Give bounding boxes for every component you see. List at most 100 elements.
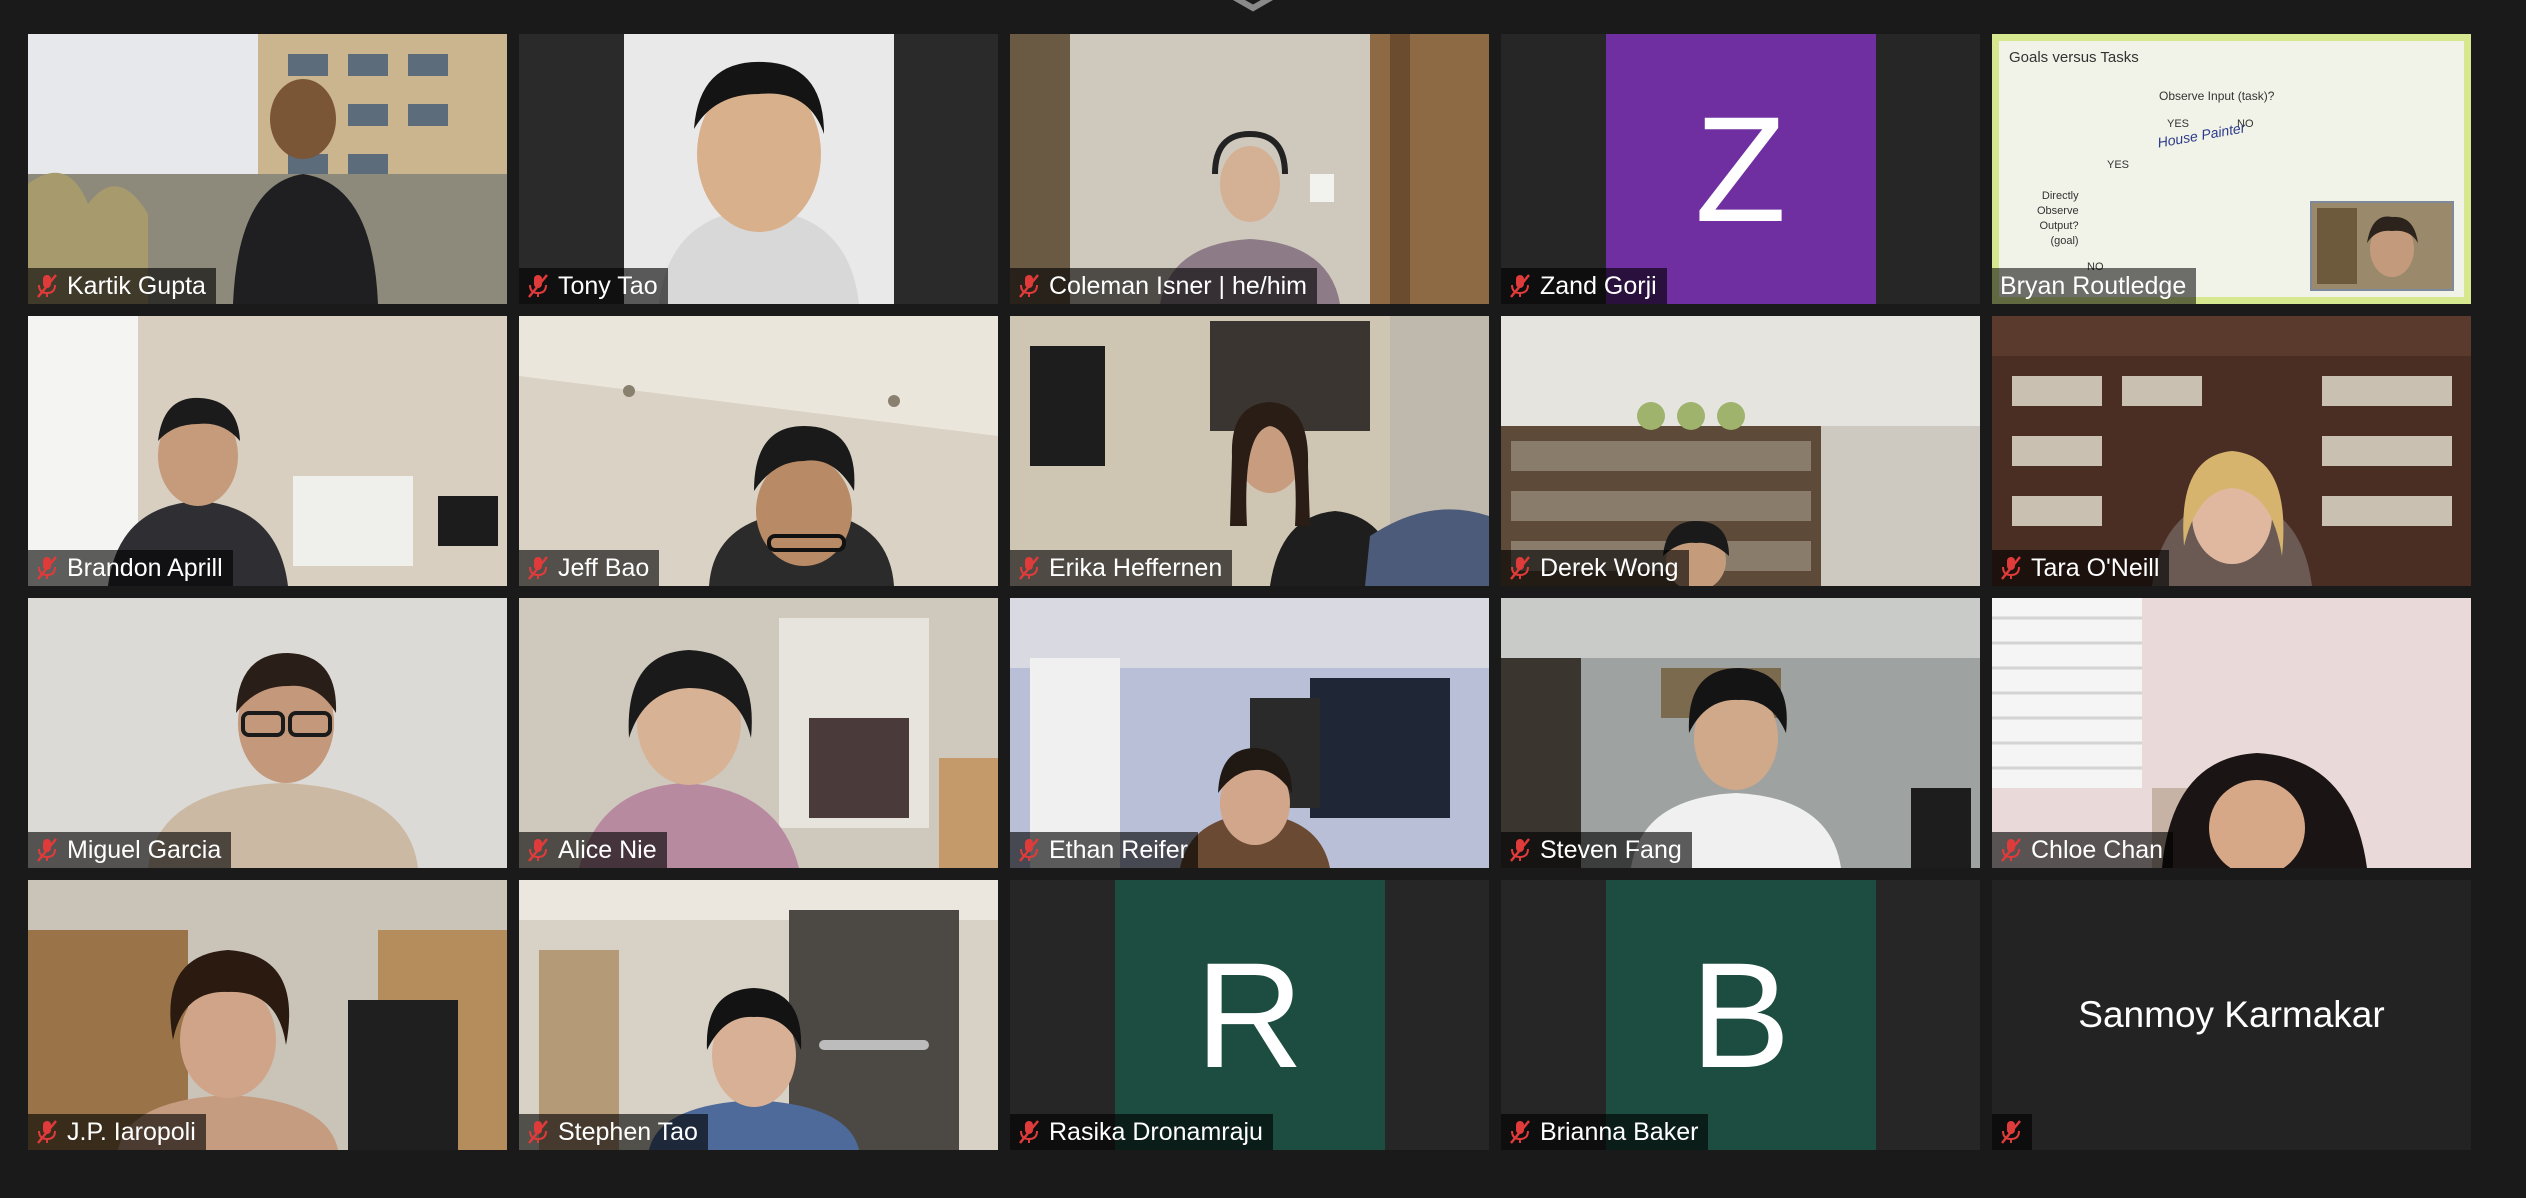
participant-video — [519, 316, 998, 586]
participant-name: Sanmoy Karmakar — [2078, 994, 2385, 1035]
participant-name: Steven Fang — [1540, 836, 1682, 864]
participant-tile-chloe-chan[interactable]: Chloe Chan — [1992, 598, 2471, 868]
name-tag: Rasika Dronamraju — [1010, 1114, 1273, 1150]
microphone-muted-icon — [1019, 274, 1039, 298]
participant-video — [1992, 316, 2471, 586]
participant-video — [28, 880, 507, 1150]
gallery-view: Kartik Gupta Tony Tao Coleman Isner | he… — [28, 34, 2471, 1150]
name-tag: Miguel Garcia — [28, 832, 232, 868]
participant-name: Tara O'Neill — [2031, 554, 2160, 582]
slide-label-line: Output? — [2039, 220, 2079, 232]
slide-question: Observe Input (task)? — [2159, 89, 2275, 103]
microphone-muted-icon — [528, 1120, 548, 1144]
participant-tile-derek-wong[interactable]: Derek Wong — [1501, 316, 1980, 586]
participant-tile-zand-gorji[interactable]: Z Zand Gorji — [1501, 34, 1980, 304]
name-tag — [1992, 1114, 2032, 1150]
microphone-muted-icon — [37, 838, 57, 862]
name-tag: Tony Tao — [519, 268, 668, 304]
participant-name: Zand Gorji — [1540, 272, 1657, 300]
name-tag: Kartik Gupta — [28, 268, 216, 304]
microphone-muted-icon — [528, 274, 548, 298]
name-tag: Stephen Tao — [519, 1114, 708, 1150]
participant-name: Tony Tao — [558, 272, 658, 300]
participant-tile-kartik-gupta[interactable]: Kartik Gupta — [28, 34, 507, 304]
microphone-muted-icon — [37, 274, 57, 298]
participant-name: J.P. Iaropoli — [67, 1118, 196, 1146]
participant-name: Rasika Dronamraju — [1049, 1118, 1263, 1146]
name-tag: Derek Wong — [1501, 550, 1689, 586]
participant-name: Alice Nie — [558, 836, 657, 864]
participant-video — [519, 880, 998, 1150]
shared-slide: Goals versus Tasks Observe Input (task)?… — [1999, 41, 2464, 297]
microphone-muted-icon — [1510, 556, 1530, 580]
microphone-muted-icon — [2001, 556, 2021, 580]
participant-tile-rasika-dronamraju[interactable]: R Rasika Dronamraju — [1010, 880, 1489, 1150]
slide-label-line: Observe — [2037, 205, 2079, 217]
participant-video — [519, 598, 998, 868]
participant-name: Kartik Gupta — [67, 272, 206, 300]
participant-tile-bryan-routledge[interactable]: Goals versus Tasks Observe Input (task)?… — [1992, 34, 2471, 304]
participant-name: Jeff Bao — [558, 554, 650, 582]
participant-video — [1501, 598, 1980, 868]
microphone-muted-icon — [1019, 556, 1039, 580]
name-tag: Alice Nie — [519, 832, 667, 868]
participant-tile-stephen-tao[interactable]: Stephen Tao — [519, 880, 998, 1150]
participant-video — [28, 34, 507, 304]
participant-video — [1501, 316, 1980, 586]
avatar: Z — [1605, 34, 1876, 304]
name-tag: Ethan Reifer — [1010, 832, 1198, 868]
participant-tile-miguel-garcia[interactable]: Miguel Garcia — [28, 598, 507, 868]
microphone-muted-icon — [37, 556, 57, 580]
microphone-muted-icon — [1019, 838, 1039, 862]
microphone-muted-icon — [1510, 1120, 1530, 1144]
hide-toolbar-chevron-icon[interactable] — [1218, 0, 1288, 14]
name-tag: Tara O'Neill — [1992, 550, 2170, 586]
participant-name: Miguel Garcia — [67, 836, 222, 864]
name-tag: Chloe Chan — [1992, 832, 2174, 868]
microphone-muted-icon — [528, 838, 548, 862]
participant-tile-jp-iaropoli[interactable]: J.P. Iaropoli — [28, 880, 507, 1150]
microphone-muted-icon — [2001, 1120, 2021, 1144]
participant-name: Chloe Chan — [2031, 836, 2164, 864]
participant-name: Stephen Tao — [558, 1118, 698, 1146]
participant-tile-ethan-reifer[interactable]: Ethan Reifer — [1010, 598, 1489, 868]
slide-label: YES — [2167, 118, 2190, 130]
microphone-muted-icon — [1510, 838, 1530, 862]
name-tag: Erika Heffernen — [1010, 550, 1233, 586]
avatar-initial: B — [1690, 931, 1791, 1099]
participant-tile-brianna-baker[interactable]: B Brianna Baker — [1501, 880, 1980, 1150]
participant-tile-sanmoy-karmakar[interactable]: Sanmoy Karmakar — [1992, 880, 2471, 1150]
participant-video — [1992, 598, 2471, 868]
avatar-initial: R — [1195, 931, 1304, 1099]
name-tag: Brianna Baker — [1501, 1114, 1709, 1150]
participant-tile-coleman-isner[interactable]: Coleman Isner | he/him — [1010, 34, 1489, 304]
participant-tile-tara-oneill[interactable]: Tara O'Neill — [1992, 316, 2471, 586]
participant-video — [519, 34, 998, 304]
participant-name: Brandon Aprill — [67, 554, 223, 582]
participant-video — [1010, 598, 1489, 868]
participant-video — [1010, 34, 1489, 304]
name-tag: Coleman Isner | he/him — [1010, 268, 1317, 304]
slide-label-line: (goal) — [2050, 235, 2079, 247]
participant-tile-steven-fang[interactable]: Steven Fang — [1501, 598, 1980, 868]
participant-tile-erika-heffernen[interactable]: Erika Heffernen — [1010, 316, 1489, 586]
slide-title: Goals versus Tasks — [2009, 49, 2139, 66]
avatar-initial: Z — [1694, 85, 1787, 253]
name-tag: J.P. Iaropoli — [28, 1114, 206, 1150]
presenter-video-thumbnail — [2310, 201, 2454, 291]
participant-name: Ethan Reifer — [1049, 836, 1188, 864]
participant-name: Derek Wong — [1540, 554, 1679, 582]
name-tag: Zand Gorji — [1501, 268, 1667, 304]
slide-axis-label: Directly Observe Output? (goal) — [2037, 189, 2079, 249]
participant-video — [28, 598, 507, 868]
participant-name: Brianna Baker — [1540, 1118, 1699, 1146]
name-tag: Brandon Aprill — [28, 550, 233, 586]
participant-tile-jeff-bao[interactable]: Jeff Bao — [519, 316, 998, 586]
participant-tile-brandon-aprill[interactable]: Brandon Aprill — [28, 316, 507, 586]
participant-name: Erika Heffernen — [1049, 554, 1223, 582]
name-tag: Steven Fang — [1501, 832, 1692, 868]
participant-tile-alice-nie[interactable]: Alice Nie — [519, 598, 998, 868]
participant-name: Bryan Routledge — [2000, 272, 2187, 300]
microphone-muted-icon — [2001, 838, 2021, 862]
participant-tile-tony-tao[interactable]: Tony Tao — [519, 34, 998, 304]
